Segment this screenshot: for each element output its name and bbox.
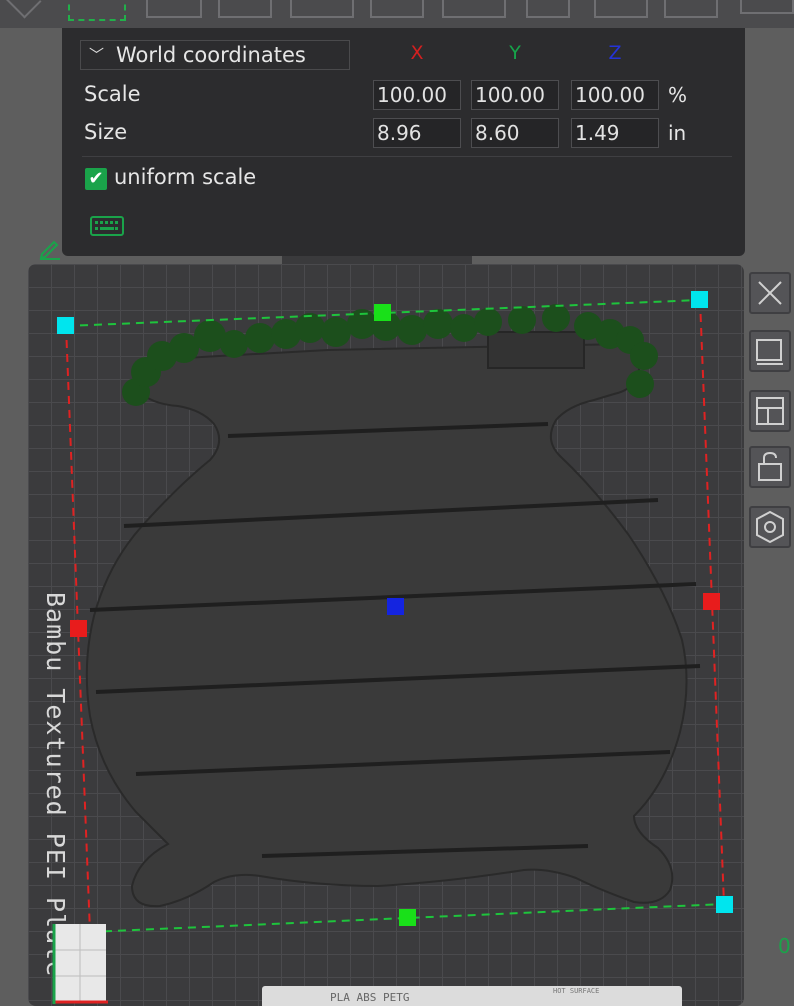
close-icon: [758, 281, 782, 305]
color-paint-tool-icon[interactable]: [594, 0, 648, 18]
axis-z-header: Z: [608, 42, 622, 64]
view-tool-icon[interactable]: [740, 0, 794, 14]
corner-handle-top-right[interactable]: [691, 291, 708, 308]
model-scene: [57, 291, 733, 941]
size-unit: in: [668, 121, 687, 145]
coordinate-system-dropdown[interactable]: ﹀ World coordinates: [80, 40, 350, 70]
top-toolbar: [0, 0, 794, 28]
assembly-tool-icon[interactable]: [664, 0, 718, 18]
size-z-input[interactable]: 1.49: [571, 118, 659, 148]
seam-paint-tool-icon[interactable]: [370, 0, 424, 18]
plate-footer: [262, 986, 682, 1006]
lock-button[interactable]: [749, 446, 791, 488]
keyboard-icon[interactable]: [90, 216, 124, 236]
lay-flat-tool-icon[interactable]: [146, 0, 202, 18]
checkmark-icon: ✔: [88, 168, 104, 189]
size-label: Size: [84, 120, 128, 144]
hot-surface-text: HOT SURFACE: [553, 987, 600, 995]
support-paint-tool-icon[interactable]: [290, 0, 354, 18]
scale-x-input[interactable]: 100.00: [373, 80, 461, 110]
corner-handle-bottom-right[interactable]: [716, 896, 733, 913]
chevron-down-icon: ﹀: [89, 46, 105, 64]
move-tool-icon[interactable]: [0, 0, 42, 19]
uniform-scale-label: uniform scale: [114, 165, 257, 189]
cut-tool-icon[interactable]: [218, 0, 272, 18]
measure-tool-icon[interactable]: [526, 0, 570, 18]
nut-icon: [756, 510, 784, 544]
scale-label: Scale: [84, 82, 141, 106]
cauldron-model[interactable]: [85, 331, 701, 908]
y-handle-bottom[interactable]: [399, 909, 416, 926]
auto-orient-icon: [756, 339, 783, 365]
coordinate-system-label: World coordinates: [116, 43, 306, 67]
axis-y-header: Y: [509, 42, 521, 64]
arrange-icon: [756, 397, 784, 425]
corner-handle-top-left[interactable]: [57, 317, 74, 334]
scale-z-input[interactable]: 100.00: [571, 80, 659, 110]
uniform-scale-checkbox[interactable]: ✔: [85, 168, 107, 190]
plate-settings-button[interactable]: [749, 506, 791, 548]
text-tool-icon[interactable]: [442, 0, 506, 18]
y-handle-top[interactable]: [374, 304, 391, 321]
auto-orient-button[interactable]: [749, 330, 791, 372]
edge-readout: 0: [778, 934, 791, 958]
close-view-button[interactable]: [749, 272, 791, 314]
lock-icon: [758, 451, 782, 481]
z-handle-center[interactable]: [387, 598, 404, 615]
scale-tool-icon[interactable]: [68, 0, 126, 21]
scale-unit: %: [668, 83, 688, 107]
x-handle-left[interactable]: [70, 620, 87, 637]
axis-x-header: X: [410, 42, 424, 64]
panel-divider: [82, 156, 732, 157]
pencil-icon[interactable]: [38, 236, 62, 260]
build-plate-area: Bambu Textured PEI Plate: [28, 264, 744, 1006]
plate-material-text: PLA ABS PETG: [330, 991, 410, 1004]
axis-orientation-cube[interactable]: [52, 924, 108, 1006]
scale-panel: ﹀ World coordinates X Y Z Scale 100.00 1…: [62, 28, 745, 256]
arrange-button[interactable]: [749, 390, 791, 432]
x-handle-right[interactable]: [703, 593, 720, 610]
scale-y-input[interactable]: 100.00: [471, 80, 559, 110]
size-y-input[interactable]: 8.60: [471, 118, 559, 148]
size-x-input[interactable]: 8.96: [373, 118, 461, 148]
